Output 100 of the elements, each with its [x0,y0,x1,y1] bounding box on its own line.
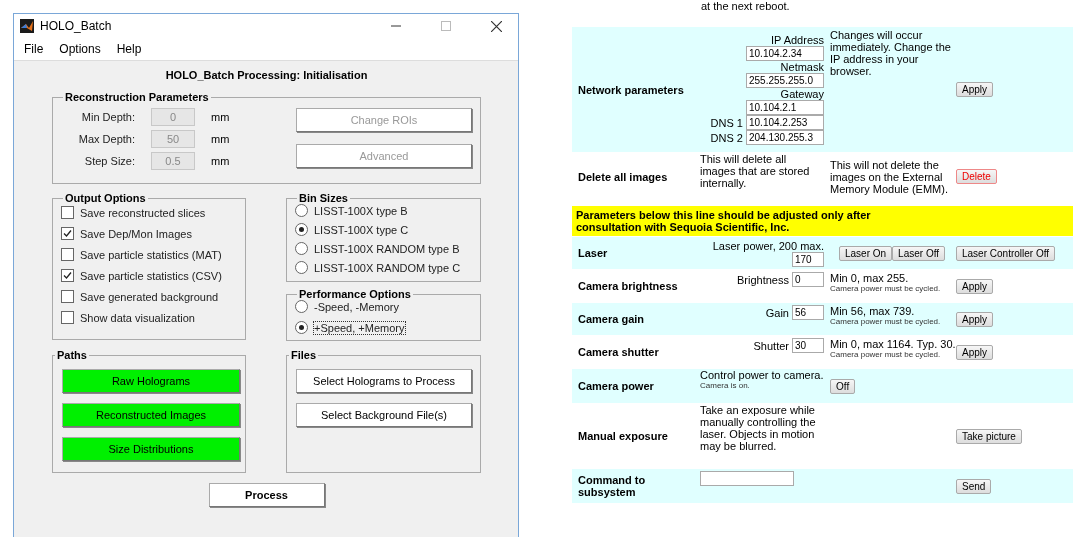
path-button[interactable]: Raw Holograms [62,369,240,393]
input-field[interactable]: 170 [792,251,824,267]
radio-button[interactable] [295,242,308,255]
input-field[interactable]: 255.255.255.0 [746,73,824,88]
action-button[interactable]: Delete [956,169,997,184]
row-label: Network parameters [577,83,685,96]
description-text: Control power to camera. [700,369,824,381]
power-button[interactable]: Off [830,378,856,394]
unit-label: mm [211,133,230,145]
group-legend: Paths [55,349,89,361]
action-button[interactable]: Take picture [956,428,1022,444]
menu-item[interactable]: File [18,40,50,58]
field-label: Netmask [780,61,824,73]
row-label: Command to subsystem [577,474,647,498]
group-legend: Bin Sizes [297,192,350,204]
input-field[interactable]: 0 [792,272,824,287]
radio-label: -Speed, -Memory [314,300,399,313]
check-icon [63,271,72,280]
checkbox[interactable] [61,227,74,240]
path-button[interactable]: Size Distributions [62,437,240,461]
note-text: Min 0, max 255. [830,272,910,284]
path-button[interactable]: Reconstructed Images [62,403,240,427]
hint-text: Camera power must be cycled. [830,317,942,326]
field-label: Step Size: [83,155,135,167]
radio-label: LISST-100X RANDOM type B [314,242,460,255]
action-button[interactable]: Send [956,478,992,494]
checkbox-label: Show data visualization [80,311,195,324]
file-button[interactable]: Select Background File(s) [296,403,472,427]
menu-item[interactable]: Help [110,40,148,58]
row-label: Camera power [577,380,655,392]
laser-button[interactable]: Laser On [838,245,893,261]
checkbox-label: Save reconstructed slices [80,206,206,219]
field-label: Gain [765,306,789,319]
checkbox[interactable] [61,206,74,219]
group-legend: Output Options [63,192,148,204]
description-text: This will delete all images that are stored internally. [700,153,811,191]
field-label: DNS 1 [710,116,743,129]
field-label: Brightness [737,273,789,286]
check-icon [63,229,72,238]
field-label: IP Address [771,34,824,46]
app-logo-icon [20,19,34,33]
description-text: Take an exposure while manually controlling the laser. Objects in motion may be blurred. [700,404,817,454]
action-button[interactable]: Laser Controller Off [956,245,1056,261]
window-title: HOLO_Batch [40,19,113,33]
input-field[interactable]: 204.130.255.3 [746,130,824,145]
warning-banner: Parameters below this line should be adjusted only after consultation with Sequoia Scientific, Inc. [572,206,1073,236]
radio-label: +Speed, +Memory [314,321,405,334]
note-text: Min 56, max 739. [830,305,916,317]
checkbox[interactable] [61,311,74,324]
radio-label: LISST-100X type B [314,204,408,217]
action-button[interactable]: Apply [956,344,993,360]
group-legend: Performance Options [297,288,413,300]
checkbox-label: Save Dep/Mon Images [80,227,192,240]
input-field[interactable]: 10.104.2.1 [746,100,824,115]
unit-label: mm [211,111,230,123]
close-icon [490,20,502,32]
hint-text: Camera power must be cycled. [830,350,942,359]
field-label: Max Depth: [77,133,135,145]
radio-button[interactable] [295,321,308,334]
radio-label: LISST-100X type C [314,223,409,236]
radio-button[interactable] [295,223,308,236]
radio-label: LISST-100X RANDOM type C [314,261,461,274]
radio-button[interactable] [295,261,308,274]
note-text: at the next reboot. [700,0,791,14]
note-text: Changes will occur immediately. Change the IP address in your browser. [829,28,952,77]
group-legend: Reconstruction Parameters [63,91,211,103]
note-text: Min 0, max 1164. Typ. 30. [830,338,956,350]
field-label: Shutter [753,339,789,352]
action-button[interactable]: Apply [956,278,993,294]
field-label: Laser power, 200 max. [712,239,824,252]
checkbox[interactable] [61,269,74,282]
input-field[interactable]: 30 [792,338,824,353]
input-field[interactable]: 10.104.2.34 [746,46,824,61]
checkbox[interactable] [61,248,74,261]
input-field[interactable]: 10.104.2.253 [746,115,824,130]
status-text: Camera is on. [700,381,751,390]
maximize-icon [441,21,451,31]
menu-item[interactable]: Options [53,40,107,58]
row-label: Camera gain [577,313,646,325]
field-label: DNS 2 [710,131,743,144]
checkbox-label: Save particle statistics (CSV) [80,269,222,282]
radio-button[interactable] [295,300,308,313]
group-legend: Files [289,349,319,361]
input-field[interactable]: 56 [792,305,824,320]
action-button[interactable]: Apply [956,311,993,327]
note-text: This will not delete the images on the External Memory Module (EMM). [829,158,949,195]
field-label: Gateway [780,88,824,100]
row-label: Manual exposure [577,430,669,442]
row-label: Camera brightness [577,280,679,292]
process-button[interactable]: Process [208,483,325,507]
checkbox-label: Save generated background [80,290,219,303]
field-label: Min Depth: [80,111,135,123]
row-label: Camera shutter [577,346,660,358]
laser-button[interactable]: Laser Off [892,245,946,261]
action-button[interactable]: Apply [956,82,993,97]
unit-label: mm [211,155,230,167]
checkbox[interactable] [61,290,74,303]
radio-button[interactable] [295,204,308,217]
file-button[interactable]: Select Holograms to Process [296,369,472,393]
input-field[interactable] [700,471,794,486]
